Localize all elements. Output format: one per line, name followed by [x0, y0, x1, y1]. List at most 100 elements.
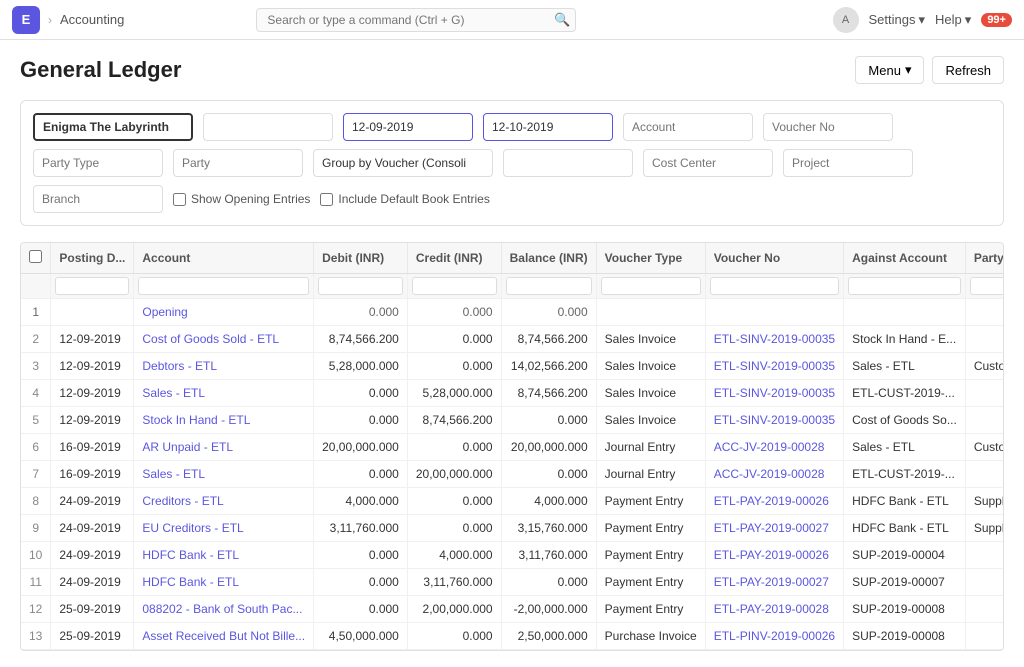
- filter-credit-input[interactable]: [412, 277, 497, 295]
- filter-account-input[interactable]: [138, 277, 309, 295]
- cost-center-filter[interactable]: [643, 149, 773, 177]
- cell-voucher-no[interactable]: [705, 299, 843, 326]
- row-num-5: 6: [21, 434, 51, 461]
- cell-balance: 20,00,000.000: [501, 434, 596, 461]
- branch-filter[interactable]: [33, 185, 163, 213]
- cell-voucher-type: Purchase Invoice: [596, 623, 705, 650]
- cell-voucher-no[interactable]: ETL-PINV-2019-00026: [705, 623, 843, 650]
- filter-balance: [501, 274, 596, 299]
- cell-party-type: Customer: [965, 434, 1004, 461]
- page-title: General Ledger: [20, 57, 181, 83]
- cell-voucher-no[interactable]: ETL-SINV-2019-00035: [705, 407, 843, 434]
- show-opening-entries-checkbox[interactable]: [173, 193, 186, 206]
- filter-party-type-input[interactable]: [970, 277, 1004, 295]
- cell-against-account: [844, 299, 966, 326]
- filter-balance-input[interactable]: [506, 277, 592, 295]
- cell-debit: 4,000.000: [314, 488, 408, 515]
- cell-balance: 3,11,760.000: [501, 542, 596, 569]
- filter-bar: Show Opening Entries Include Default Boo…: [20, 100, 1004, 226]
- cell-account[interactable]: Sales - ETL: [134, 461, 314, 488]
- table-row: 1 Opening 0.000 0.000 0.000: [21, 299, 1004, 326]
- col6-filter[interactable]: [503, 149, 633, 177]
- module-label[interactable]: Accounting: [60, 12, 124, 27]
- refresh-button[interactable]: Refresh: [932, 56, 1004, 84]
- party-filter[interactable]: [173, 149, 303, 177]
- cell-credit: 2,00,000.000: [407, 596, 501, 623]
- search-bar: 🔍: [256, 8, 576, 32]
- cell-voucher-no[interactable]: ETL-SINV-2019-00035: [705, 353, 843, 380]
- cell-account[interactable]: HDFC Bank - ETL: [134, 569, 314, 596]
- cell-voucher-no[interactable]: ACC-JV-2019-00028: [705, 434, 843, 461]
- cell-account[interactable]: 088202 - Bank of South Pac...: [134, 596, 314, 623]
- cell-account[interactable]: HDFC Bank - ETL: [134, 542, 314, 569]
- company-filter[interactable]: [33, 113, 193, 141]
- col-against-account: Against Account: [844, 243, 966, 274]
- cell-voucher-no[interactable]: ETL-PAY-2019-00027: [705, 515, 843, 542]
- cell-credit: 0.000: [407, 488, 501, 515]
- project-filter[interactable]: [783, 149, 913, 177]
- filter-voucher-no-input[interactable]: [710, 277, 839, 295]
- cell-voucher-no[interactable]: ETL-PAY-2019-00028: [705, 596, 843, 623]
- cell-posting-date: 12-09-2019: [51, 326, 134, 353]
- cell-voucher-type: Journal Entry: [596, 461, 705, 488]
- cell-balance: 8,74,566.200: [501, 380, 596, 407]
- table-row: 11 24-09-2019 HDFC Bank - ETL 0.000 3,11…: [21, 569, 1004, 596]
- cell-account[interactable]: AR Unpaid - ETL: [134, 434, 314, 461]
- col-debit: Debit (INR): [314, 243, 408, 274]
- account-filter[interactable]: [623, 113, 753, 141]
- cell-voucher-no[interactable]: ETL-PAY-2019-00027: [705, 569, 843, 596]
- notification-badge[interactable]: 99+: [981, 13, 1012, 27]
- cell-credit: 4,000.000: [407, 542, 501, 569]
- cell-voucher-type: Journal Entry: [596, 434, 705, 461]
- settings-button[interactable]: Settings ▾: [869, 12, 926, 28]
- filter-against-account-input[interactable]: [848, 277, 961, 295]
- include-default-book-checkbox[interactable]: [320, 193, 333, 206]
- cell-account[interactable]: Cost of Goods Sold - ETL: [134, 326, 314, 353]
- cell-account[interactable]: Asset Received But Not Bille...: [134, 623, 314, 650]
- cell-posting-date: [51, 299, 134, 326]
- cell-debit: 8,74,566.200: [314, 326, 408, 353]
- cell-balance: 2,50,000.000: [501, 623, 596, 650]
- cell-voucher-no[interactable]: ETL-SINV-2019-00035: [705, 326, 843, 353]
- cell-debit: 0.000: [314, 542, 408, 569]
- cell-party-type: Supplier: [965, 488, 1004, 515]
- filter-debit-input[interactable]: [318, 277, 403, 295]
- include-default-book-label[interactable]: Include Default Book Entries: [320, 192, 489, 206]
- cell-account[interactable]: EU Creditors - ETL: [134, 515, 314, 542]
- party-type-filter[interactable]: [33, 149, 163, 177]
- cell-balance: 0.000: [501, 407, 596, 434]
- app-logo[interactable]: E: [12, 6, 40, 34]
- col-posting-date: Posting D...: [51, 243, 134, 274]
- cell-account[interactable]: Opening: [134, 299, 314, 326]
- select-all-checkbox[interactable]: [29, 250, 42, 263]
- finance-book-filter[interactable]: [203, 113, 333, 141]
- cell-voucher-no[interactable]: ETL-PAY-2019-00026: [705, 542, 843, 569]
- cell-voucher-no[interactable]: ACC-JV-2019-00028: [705, 461, 843, 488]
- cell-account[interactable]: Sales - ETL: [134, 380, 314, 407]
- table-row: 4 12-09-2019 Sales - ETL 0.000 5,28,000.…: [21, 380, 1004, 407]
- filter-party-type: [965, 274, 1004, 299]
- cell-account[interactable]: Stock In Hand - ETL: [134, 407, 314, 434]
- cell-account[interactable]: Creditors - ETL: [134, 488, 314, 515]
- cell-voucher-no[interactable]: ETL-PAY-2019-00026: [705, 488, 843, 515]
- cell-voucher-no[interactable]: ETL-SINV-2019-00035: [705, 380, 843, 407]
- to-date-filter[interactable]: [483, 113, 613, 141]
- cell-against-account: Stock In Hand - E...: [844, 326, 966, 353]
- filter-against-account: [844, 274, 966, 299]
- voucher-no-filter[interactable]: [763, 113, 893, 141]
- from-date-filter[interactable]: [343, 113, 473, 141]
- col-balance: Balance (INR): [501, 243, 596, 274]
- row-num-11: 12: [21, 596, 51, 623]
- cell-account[interactable]: Debtors - ETL: [134, 353, 314, 380]
- filter-voucher-type-input[interactable]: [601, 277, 701, 295]
- show-opening-entries-label[interactable]: Show Opening Entries: [173, 192, 310, 206]
- filter-posting-date-input[interactable]: [55, 277, 129, 295]
- cell-debit: 20,00,000.000: [314, 434, 408, 461]
- cell-voucher-type: Sales Invoice: [596, 353, 705, 380]
- group-by-filter[interactable]: [313, 149, 493, 177]
- cell-posting-date: 24-09-2019: [51, 569, 134, 596]
- filter-row-3: Show Opening Entries Include Default Boo…: [33, 185, 991, 213]
- menu-button[interactable]: Menu ▾: [855, 56, 924, 84]
- help-button[interactable]: Help ▾: [935, 12, 971, 28]
- search-input[interactable]: [256, 8, 576, 32]
